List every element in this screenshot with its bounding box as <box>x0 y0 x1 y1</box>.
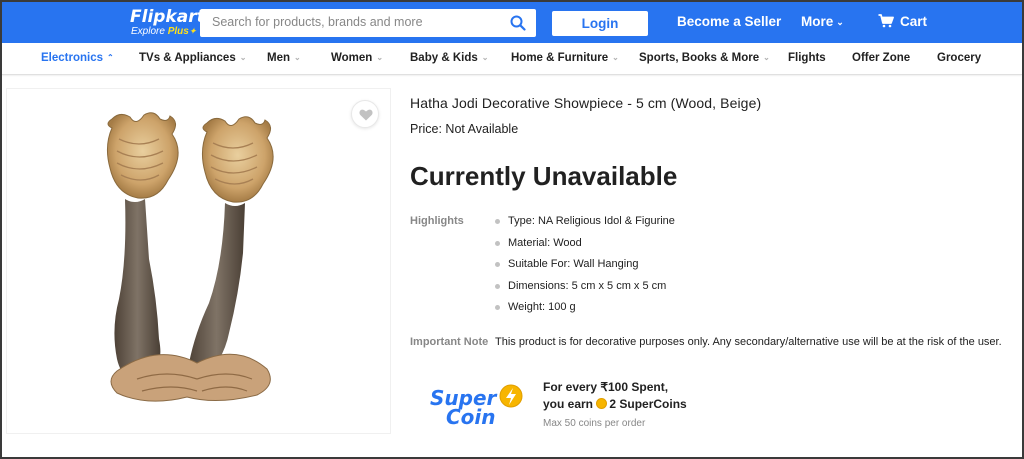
nav-item-tvs-appliances[interactable]: TVs & Appliances ⌄ <box>139 52 246 64</box>
nav-label: Electronics <box>41 52 103 64</box>
chevron-down-icon: ⌄ <box>481 53 489 62</box>
chevron-down-icon: ⌄ <box>376 53 384 62</box>
more-menu[interactable]: More ⌄ <box>801 14 844 29</box>
supercoin-offer-line1: For every ₹100 Spent, <box>543 380 669 394</box>
nav-item-grocery[interactable]: Grocery <box>937 52 981 64</box>
nav-item-home-furniture[interactable]: Home & Furniture ⌄ <box>511 52 619 64</box>
chevron-down-icon: ⌄ <box>612 53 619 62</box>
chevron-up-icon: ⌃ <box>107 53 114 62</box>
search-input[interactable] <box>212 15 502 29</box>
become-seller-link[interactable]: Become a Seller <box>677 14 781 29</box>
heart-icon <box>359 109 373 121</box>
nav-item-men[interactable]: Men ⌄ <box>267 52 301 64</box>
nav-label: Home & Furniture <box>511 52 609 64</box>
nav-label: Sports, Books & More <box>639 52 760 64</box>
search-bar <box>200 9 536 37</box>
flipkart-logo[interactable]: Flipkart Explore Plus✦ <box>130 8 205 37</box>
nav-item-women[interactable]: Women ⌄ <box>331 52 383 64</box>
nav-item-electronics[interactable]: Electronics ⌃ <box>41 52 114 64</box>
cart-link[interactable]: Cart <box>878 14 927 29</box>
product-image-panel <box>6 88 391 434</box>
wishlist-button[interactable] <box>351 100 379 128</box>
chevron-down-icon: ⌄ <box>763 53 770 62</box>
highlights-list: Type: NA Religious Idol & Figurine Mater… <box>495 215 675 323</box>
highlight-item: Type: NA Religious Idol & Figurine <box>495 215 675 237</box>
more-label: More <box>801 14 834 29</box>
nav-item-sports-books[interactable]: Sports, Books & More ⌄ <box>639 52 770 64</box>
highlight-item: Dimensions: 5 cm x 5 cm x 5 cm <box>495 280 675 302</box>
important-note-text: This product is for decorative purposes … <box>495 336 1002 348</box>
become-seller-label: Become a Seller <box>677 14 782 29</box>
chevron-down-icon: ⌄ <box>239 53 247 62</box>
highlight-item: Material: Wood <box>495 237 675 259</box>
category-nav: Electronics ⌃ TVs & Appliances ⌄ Men ⌄ Wome… <box>2 43 1022 75</box>
price-text: Price: Not Available <box>410 122 519 136</box>
nav-item-flights[interactable]: Flights <box>788 52 826 64</box>
product-title: Hatha Jodi Decorative Showpiece - 5 cm (… <box>410 95 762 111</box>
cart-icon <box>878 14 894 28</box>
supercoin-offer-line2: you earn 2 SuperCoins <box>543 397 687 411</box>
product-image[interactable] <box>7 89 392 435</box>
important-note-label: Important Note <box>410 336 489 348</box>
nav-label: Baby & Kids <box>410 52 478 64</box>
nav-item-baby-kids[interactable]: Baby & Kids ⌄ <box>410 52 488 64</box>
logo-text: Flipkart <box>130 7 205 27</box>
supercoin-earn-amount: 2 SuperCoins <box>609 397 687 411</box>
search-icon[interactable] <box>510 15 526 31</box>
nav-label: Men <box>267 52 290 64</box>
chevron-down-icon: ⌄ <box>294 53 301 62</box>
cart-label: Cart <box>900 14 928 29</box>
nav-item-offer-zone[interactable]: Offer Zone <box>852 52 910 64</box>
highlights-label: Highlights <box>410 215 464 227</box>
logo-sub-prefix: Explore <box>131 26 165 37</box>
nav-label: Women <box>331 52 373 64</box>
highlight-item: Suitable For: Wall Hanging <box>495 258 675 280</box>
nav-label: Flights <box>788 52 826 64</box>
logo-sub-plus: Plus <box>167 26 189 37</box>
logo-subtext: Explore Plus✦ <box>131 26 205 37</box>
login-button[interactable]: Login <box>552 11 648 36</box>
supercoin-earn-prefix: you earn <box>543 397 594 411</box>
supercoin-logo-line2: Coin <box>446 405 496 429</box>
plus-star-icon: ✦ <box>188 26 197 36</box>
nav-label: TVs & Appliances <box>139 52 236 64</box>
supercoin-logo: Super Coin <box>410 367 530 437</box>
chevron-down-icon: ⌄ <box>836 17 844 27</box>
supercoin-max-note: Max 50 coins per order <box>543 418 646 429</box>
availability-status: Currently Unavailable <box>410 161 678 191</box>
coin-icon <box>596 398 608 409</box>
nav-label: Grocery <box>937 52 982 64</box>
highlight-item: Weight: 100 g <box>495 301 675 323</box>
top-header: Flipkart Explore Plus✦ Login Become a Se… <box>2 2 1022 43</box>
nav-label: Offer Zone <box>852 52 911 64</box>
